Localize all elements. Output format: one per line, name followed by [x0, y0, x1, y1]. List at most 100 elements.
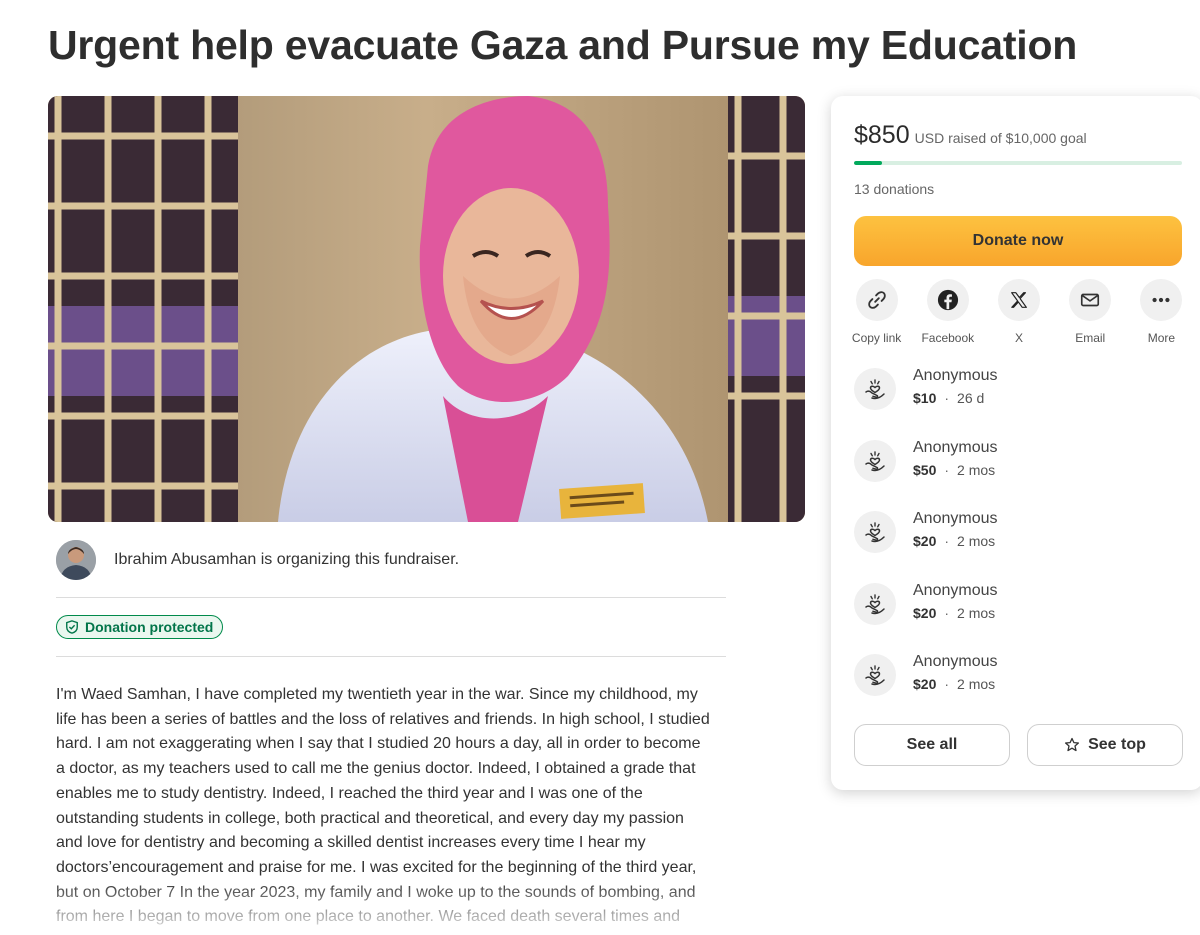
story-line: a doctor, as my teachers used to call me… [56, 760, 696, 778]
divider [56, 656, 726, 657]
donation-time: 2 mos [957, 461, 996, 478]
page-title: Urgent help evacuate Gaza and Pursue my … [48, 22, 1078, 68]
donation-amount: $50 [913, 461, 937, 478]
story-line: from here I began to move from one place… [56, 908, 681, 926]
share-label: Copy link [851, 331, 902, 345]
share-button[interactable] [1140, 279, 1183, 321]
story-text: I'm Waed Samhan, I have completed my twe… [56, 683, 728, 930]
share-row: Copy link Facebook X Email More [841, 279, 1197, 345]
list-item: Anonymous $50 · 2 mos [854, 439, 998, 511]
donate-now-button[interactable]: Donate now [854, 216, 1182, 266]
see-all-label: See all [906, 736, 958, 753]
share-more[interactable]: More [1126, 279, 1197, 345]
story-line: life has been a series of battles and th… [56, 710, 710, 728]
donation-meta: $20 · 2 mos [913, 605, 998, 621]
donation-time: 2 mos [957, 676, 996, 692]
goal-text: USD raised of $10,000 goal [914, 130, 1087, 146]
see-top-label: See top [1088, 736, 1146, 753]
share-label: X [1015, 331, 1024, 345]
heart-hand-icon [865, 379, 885, 400]
share-x[interactable]: X [983, 279, 1054, 345]
avatar-icon [56, 540, 96, 580]
see-top-button[interactable]: See top [1027, 724, 1183, 766]
story-line: enables me to study dentistry. Indeed, I… [56, 784, 643, 802]
donation-time: 2 mos [957, 533, 996, 549]
donation-meta: $50 · 2 mos [913, 462, 998, 478]
campaign-photo[interactable] [48, 96, 805, 522]
story-line: doctors’encouragement and praise for me.… [56, 858, 697, 876]
donation-count: 13 donations [854, 181, 935, 197]
more-icon [1152, 297, 1170, 303]
donation-icon [854, 511, 896, 553]
donation-icon [854, 439, 896, 482]
donor-name: Anonymous [913, 653, 998, 670]
link-icon [867, 291, 886, 309]
separator-dot: · [944, 390, 950, 406]
donation-icon [854, 368, 896, 410]
donation-card: $850 USD raised of $10,000 goal 13 donat… [831, 96, 1200, 790]
heart-hand-icon [865, 665, 885, 686]
separator-dot: · [944, 604, 950, 621]
organizer-text: Ibrahim Abusamhan is organizing this fun… [114, 551, 460, 568]
donation-info: Anonymous $20 · 2 mos [913, 653, 998, 725]
share-button[interactable] [998, 279, 1040, 321]
progress-fill [854, 161, 882, 165]
donation-amount: $20 [913, 533, 937, 549]
donation-amount: $10 [913, 390, 937, 406]
raised-amount: $850 [854, 121, 910, 149]
donation-meta: $10 · 26 d [913, 390, 998, 406]
donation-list: Anonymous $10 · 26 d Anonymous $50 · 2 mos [854, 367, 998, 725]
share-facebook[interactable]: Facebook [912, 279, 983, 345]
donation-amount: $20 [913, 604, 937, 621]
share-copy-link[interactable]: Copy link [841, 279, 912, 345]
star-icon [1065, 737, 1080, 752]
donation-info: Anonymous $50 · 2 mos [913, 439, 998, 511]
share-button[interactable] [926, 279, 969, 321]
separator-dot: · [944, 676, 950, 692]
badge-label: Donation protected [85, 619, 214, 635]
separator-dot: · [944, 461, 950, 478]
email-icon [1081, 293, 1100, 307]
avatar[interactable] [56, 540, 96, 580]
list-item: Anonymous $20 · 2 mos [854, 510, 998, 582]
story-line: I'm Waed Samhan, I have completed my twe… [56, 686, 698, 703]
share-label: Facebook [921, 331, 975, 345]
donation-amount: $20 [913, 676, 937, 692]
share-button[interactable] [1069, 279, 1112, 321]
list-item: Anonymous $20 · 2 mos [854, 582, 998, 654]
donation-meta: $20 · 2 mos [913, 533, 998, 549]
story-line: and love for dentistry and becoming a sk… [56, 834, 646, 852]
donation-icon [854, 582, 896, 625]
organizer-row[interactable]: Ibrahim Abusamhan is organizing this fun… [56, 540, 459, 580]
donor-name: Anonymous [913, 438, 998, 456]
story-line: but on October 7 In the year 2023, my fa… [56, 883, 696, 901]
donation-time: 26 d [957, 390, 985, 406]
separator-dot: · [944, 533, 950, 549]
donation-info: Anonymous $20 · 2 mos [913, 510, 998, 582]
see-all-button[interactable]: See all [854, 724, 1010, 766]
x-icon [1011, 292, 1027, 308]
divider [56, 597, 726, 598]
donation-meta: $20 · 2 mos [913, 676, 998, 692]
heart-hand-icon [865, 593, 885, 614]
shield-icon [66, 620, 78, 634]
donation-protected-badge[interactable]: Donation protected [56, 615, 224, 639]
list-item: Anonymous $10 · 26 d [854, 367, 998, 439]
list-item: Anonymous $20 · 2 mos [854, 653, 998, 725]
donation-icon [854, 654, 896, 696]
share-label: Email [1075, 331, 1106, 345]
donation-info: Anonymous $20 · 2 mos [913, 582, 998, 654]
facebook-icon [937, 289, 958, 311]
donor-name: Anonymous [913, 581, 998, 599]
story-line: outstanding students in college, both pr… [56, 809, 684, 827]
progress-bar [854, 161, 1182, 165]
heart-hand-icon [865, 450, 885, 471]
share-button[interactable] [855, 279, 898, 321]
donor-name: Anonymous [913, 510, 998, 527]
campaign-photo-art [48, 96, 805, 522]
donor-name: Anonymous [913, 367, 998, 384]
donation-info: Anonymous $10 · 26 d [913, 367, 998, 439]
donation-time: 2 mos [957, 604, 996, 621]
share-email[interactable]: Email [1055, 279, 1126, 345]
share-label: More [1147, 331, 1176, 345]
